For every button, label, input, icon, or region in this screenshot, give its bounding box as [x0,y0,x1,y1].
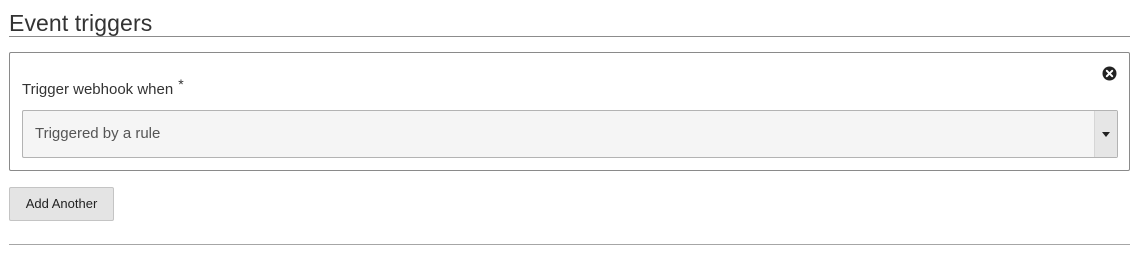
section-title: Event triggers [9,10,153,36]
trigger-select-value: Triggered by a rule [35,125,161,142]
bottom-divider [9,244,1130,245]
add-another-button[interactable]: Add Another [9,187,114,221]
section-divider [9,36,1130,37]
required-asterisk: * [178,76,184,92]
trigger-select[interactable]: Triggered by a rule [22,110,1118,158]
trigger-label-text: Trigger webhook when [22,81,174,98]
trigger-field-label: Trigger webhook when * [22,76,184,99]
remove-trigger-icon[interactable] [1102,66,1117,81]
caret-down-icon [1094,111,1117,157]
trigger-card: Trigger webhook when * Triggered by a rul… [9,52,1130,171]
